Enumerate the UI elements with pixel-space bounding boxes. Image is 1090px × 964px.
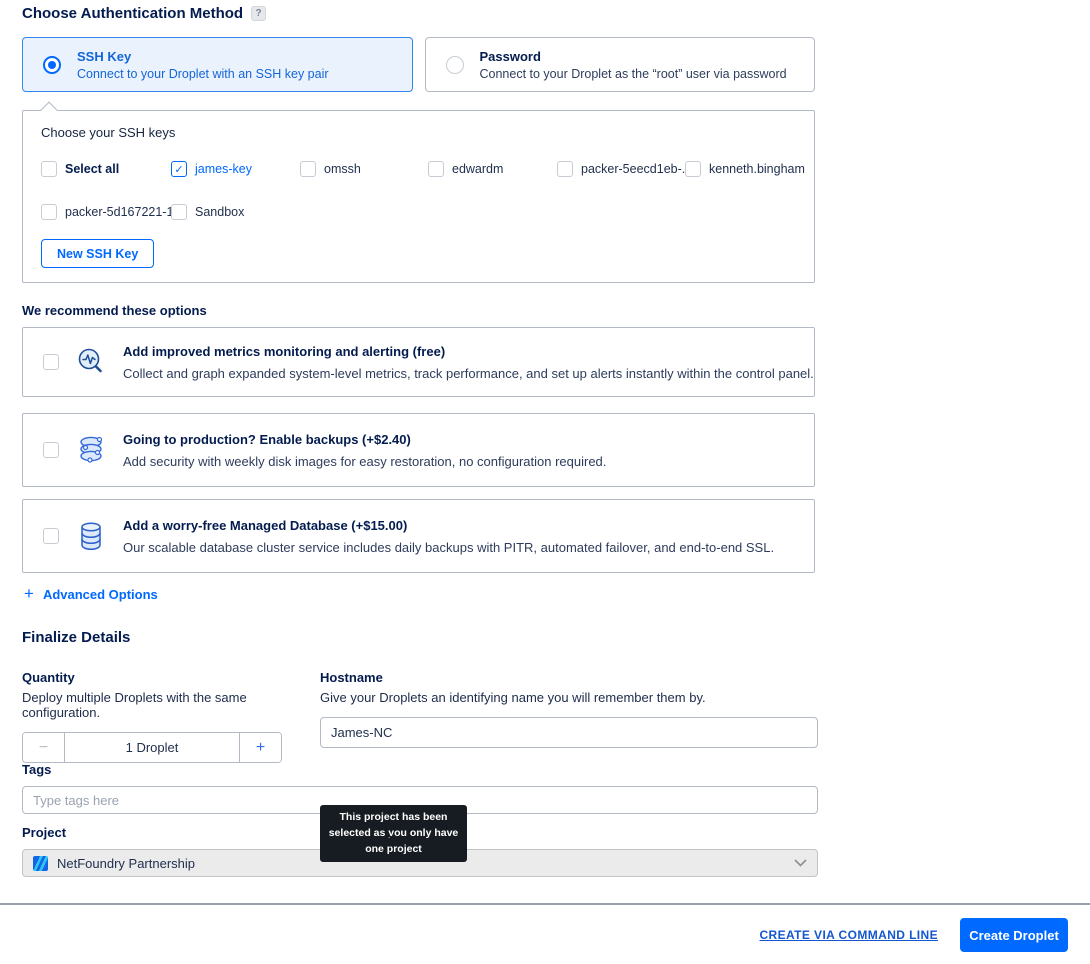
ssh-key-item-sandbox[interactable]: Sandbox bbox=[171, 204, 244, 220]
checkbox-checked-icon[interactable]: ✓ bbox=[171, 161, 187, 177]
recommend-option-title: Going to production? Enable backups (+$2… bbox=[123, 432, 606, 447]
recommend-option-backups[interactable]: Going to production? Enable backups (+$2… bbox=[22, 413, 815, 487]
finalize-section-title: Finalize Details bbox=[22, 629, 130, 646]
checkbox-icon[interactable] bbox=[428, 161, 444, 177]
quantity-increase-button[interactable]: + bbox=[239, 733, 281, 762]
recommend-option-title: Add a worry-free Managed Database (+$15.… bbox=[123, 518, 774, 533]
auth-option-password[interactable]: Password Connect to your Droplet as the … bbox=[425, 37, 816, 92]
chevron-down-icon bbox=[794, 854, 807, 872]
checkbox-icon[interactable] bbox=[557, 161, 573, 177]
auth-option-desc: Connect to your Droplet with an SSH key … bbox=[77, 67, 329, 81]
hostname-label: Hostname bbox=[320, 670, 818, 685]
advanced-options-label: Advanced Options bbox=[43, 587, 158, 602]
auth-option-ssh-key[interactable]: SSH Key Connect to your Droplet with an … bbox=[22, 37, 413, 92]
ssh-key-item-omssh[interactable]: omssh bbox=[300, 161, 361, 177]
netfoundry-project-icon bbox=[33, 856, 48, 871]
quantity-decrease-button[interactable]: − bbox=[23, 733, 65, 762]
checkbox-icon[interactable] bbox=[43, 354, 59, 370]
select-all-label: Select all bbox=[65, 162, 119, 176]
ssh-key-label: james-key bbox=[195, 162, 252, 176]
recommend-option-desc: Collect and graph expanded system-level … bbox=[123, 366, 814, 381]
create-via-command-line-link[interactable]: CREATE VIA COMMAND LINE bbox=[759, 928, 938, 942]
recommend-section-label: We recommend these options bbox=[22, 303, 207, 318]
recommend-option-metrics[interactable]: Add improved metrics monitoring and aler… bbox=[22, 327, 815, 397]
recommend-option-desc: Our scalable database cluster service in… bbox=[123, 540, 774, 555]
radio-selected-icon[interactable] bbox=[43, 56, 61, 74]
ssh-keys-label: Choose your SSH keys bbox=[41, 125, 175, 140]
advanced-options-link[interactable]: + Advanced Options bbox=[24, 584, 158, 604]
new-ssh-key-button[interactable]: New SSH Key bbox=[41, 239, 154, 268]
select-all-checkbox-item[interactable]: Select all bbox=[41, 161, 119, 177]
hostname-desc: Give your Droplets an identifying name y… bbox=[320, 690, 818, 705]
ssh-key-label: edwardm bbox=[452, 162, 503, 176]
ssh-key-item-packer-5eecd1eb[interactable]: packer-5eecd1eb-... bbox=[557, 161, 692, 177]
metrics-monitoring-icon bbox=[73, 344, 109, 380]
hostname-input[interactable] bbox=[320, 717, 818, 748]
quantity-stepper[interactable]: − 1 Droplet + bbox=[22, 732, 282, 763]
quantity-label: Quantity bbox=[22, 670, 302, 685]
checkbox-icon[interactable] bbox=[43, 528, 59, 544]
backups-icon bbox=[73, 432, 109, 468]
recommend-option-desc: Add security with weekly disk images for… bbox=[123, 454, 606, 469]
radio-unselected-icon[interactable] bbox=[446, 56, 464, 74]
checkbox-icon[interactable] bbox=[171, 204, 187, 220]
checkbox-icon[interactable] bbox=[41, 161, 57, 177]
ssh-keys-panel: Choose your SSH keys Select all ✓ james-… bbox=[22, 110, 815, 283]
ssh-key-item-packer-5d167221[interactable]: packer-5d167221-1... bbox=[41, 204, 184, 220]
quantity-desc: Deploy multiple Droplets with the same c… bbox=[22, 690, 302, 720]
recommend-option-managed-database[interactable]: Add a worry-free Managed Database (+$15.… bbox=[22, 499, 815, 573]
auth-option-desc: Connect to your Droplet as the “root” us… bbox=[480, 67, 787, 81]
auth-option-title: Password bbox=[480, 49, 787, 64]
ssh-key-label: omssh bbox=[324, 162, 361, 176]
checkbox-icon[interactable] bbox=[685, 161, 701, 177]
ssh-key-item-edwardm[interactable]: edwardm bbox=[428, 161, 503, 177]
recommend-option-title: Add improved metrics monitoring and aler… bbox=[123, 344, 814, 359]
ssh-key-label: packer-5eecd1eb-... bbox=[581, 162, 692, 176]
ssh-key-label: packer-5d167221-1... bbox=[65, 205, 184, 219]
tooltip-arrow-icon bbox=[388, 836, 398, 841]
help-icon[interactable]: ? bbox=[251, 6, 266, 21]
project-tooltip: This project has been selected as you on… bbox=[320, 805, 467, 862]
create-droplet-button[interactable]: Create Droplet bbox=[960, 918, 1068, 952]
auth-option-title: SSH Key bbox=[77, 49, 329, 64]
panel-notch bbox=[41, 102, 58, 119]
tags-label: Tags bbox=[22, 762, 818, 777]
ssh-key-label: kenneth.bingham bbox=[709, 162, 805, 176]
plus-icon: + bbox=[24, 584, 34, 604]
auth-section-title: Choose Authentication Method ? bbox=[22, 5, 266, 22]
checkbox-icon[interactable] bbox=[300, 161, 316, 177]
checkbox-icon[interactable] bbox=[41, 204, 57, 220]
auth-section-title-text: Choose Authentication Method bbox=[22, 5, 243, 22]
ssh-key-label: Sandbox bbox=[195, 205, 244, 219]
ssh-key-item-kenneth-bingham[interactable]: kenneth.bingham bbox=[685, 161, 805, 177]
ssh-key-item-james-key[interactable]: ✓ james-key bbox=[171, 161, 252, 177]
quantity-value: 1 Droplet bbox=[65, 733, 239, 762]
checkbox-icon[interactable] bbox=[43, 442, 59, 458]
footer-divider bbox=[0, 903, 1090, 905]
managed-database-icon bbox=[73, 518, 109, 554]
